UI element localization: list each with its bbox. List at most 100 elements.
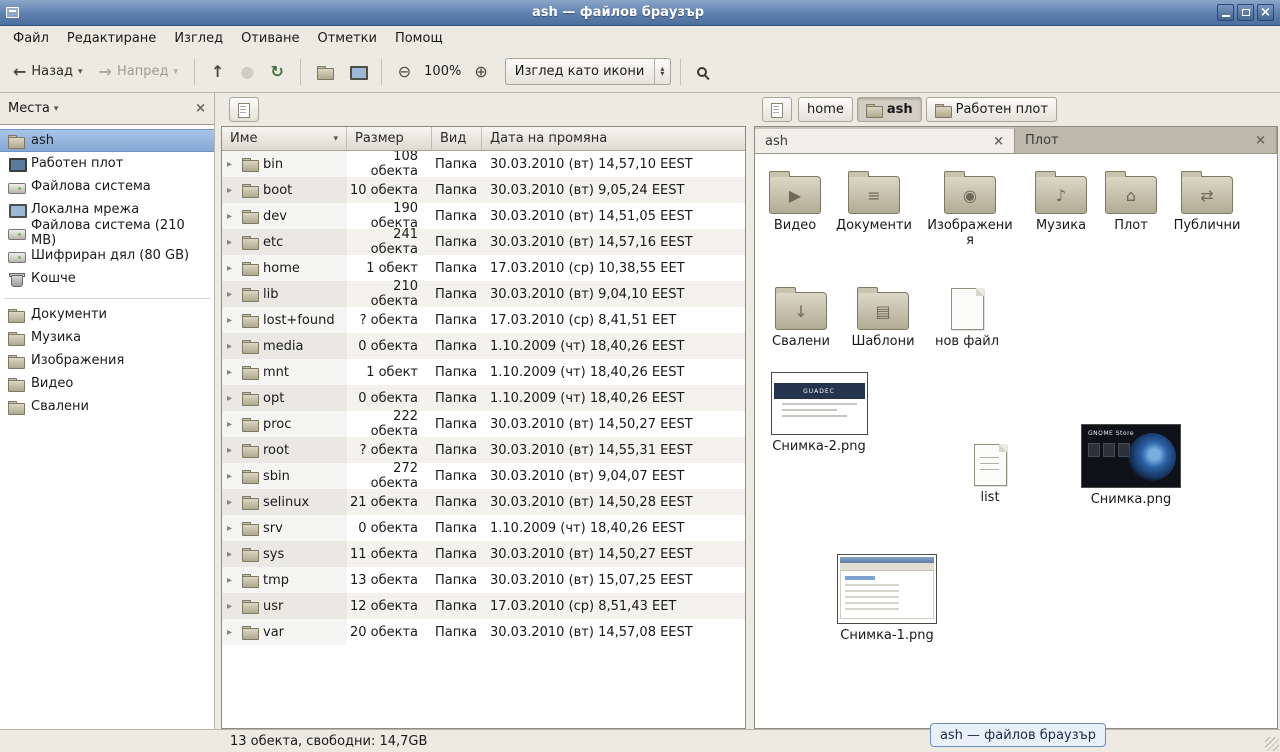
icon-view-item[interactable]: ♪ Музика [1027, 166, 1095, 233]
icon-view-item[interactable]: list [958, 438, 1022, 505]
expander-icon[interactable] [227, 419, 237, 430]
expander-icon[interactable] [227, 211, 237, 222]
location-toggle-button[interactable] [762, 97, 792, 122]
table-row[interactable]: etc 241 обекта Папка 30.03.2010 (вт) 14,… [222, 229, 745, 255]
expander-icon[interactable] [227, 601, 237, 612]
column-header-size[interactable]: Размер [347, 127, 432, 151]
menu-item[interactable]: Отиване [232, 28, 308, 49]
sidebar-item[interactable]: Файлова система (210 MB) [0, 221, 214, 244]
table-row[interactable]: var 20 обекта Папка 30.03.2010 (вт) 14,5… [222, 619, 745, 645]
resize-grip[interactable] [1265, 737, 1279, 751]
table-row[interactable]: bin 108 обекта Папка 30.03.2010 (вт) 14,… [222, 151, 745, 177]
sidebar-item[interactable]: Свалени [0, 395, 214, 418]
sidebar-title[interactable]: Места [8, 101, 50, 116]
close-button[interactable] [1257, 4, 1274, 21]
menu-item[interactable]: Изглед [165, 28, 232, 49]
expander-icon[interactable] [227, 237, 237, 248]
icon-view-item[interactable]: Снимка-1.png [833, 554, 941, 643]
breadcrumb-button[interactable]: home [798, 97, 853, 122]
icon-view-item[interactable]: ◉ Изображения [927, 166, 1013, 249]
table-row[interactable]: root ? обекта Папка 30.03.2010 (вт) 14,5… [222, 437, 745, 463]
expander-icon[interactable] [227, 523, 237, 534]
zoom-in-button[interactable] [467, 58, 494, 86]
column-header-type[interactable]: Вид [432, 127, 482, 151]
table-row[interactable]: tmp 13 обекта Папка 30.03.2010 (вт) 15,0… [222, 567, 745, 593]
search-button[interactable] [690, 61, 714, 83]
expander-icon[interactable] [227, 575, 237, 586]
table-row[interactable]: dev 190 обекта Папка 30.03.2010 (вт) 14,… [222, 203, 745, 229]
expander-icon[interactable] [227, 497, 237, 508]
expander-icon[interactable] [227, 315, 237, 326]
tab[interactable]: Плот [1015, 127, 1277, 153]
icon-view-item[interactable]: нов файл [931, 282, 1003, 349]
expander-icon[interactable] [227, 549, 237, 560]
expander-icon[interactable] [227, 445, 237, 456]
table-row[interactable]: proc 222 обекта Папка 30.03.2010 (вт) 14… [222, 411, 745, 437]
expander-icon[interactable] [227, 471, 237, 482]
reload-button[interactable] [263, 58, 290, 86]
column-header-date[interactable]: Дата на промяна [482, 127, 745, 151]
sidebar-item[interactable]: Изображения [0, 349, 214, 372]
menu-item[interactable]: Файл [4, 28, 58, 49]
expander-icon[interactable] [227, 367, 237, 378]
expander-icon[interactable] [227, 627, 237, 638]
sidebar-item[interactable]: Файлова система [0, 175, 214, 198]
zoom-out-button[interactable] [391, 58, 418, 86]
up-button[interactable] [204, 58, 231, 86]
icon-view-item[interactable]: ↓ Свалени [767, 282, 835, 349]
icon-view-item[interactable]: GUADEC Снимка-2.png [767, 372, 871, 454]
tab-close-icon[interactable] [1255, 134, 1266, 147]
menu-item[interactable]: Отметки [308, 28, 385, 49]
table-row[interactable]: opt 0 обекта Папка 1.10.2009 (чт) 18,40,… [222, 385, 745, 411]
menu-item[interactable]: Редактиране [58, 28, 165, 49]
breadcrumb-button[interactable]: Работен плот [926, 97, 1057, 122]
expander-icon[interactable] [227, 159, 237, 170]
expander-icon[interactable] [227, 185, 237, 196]
minimize-button[interactable] [1217, 4, 1234, 21]
table-row[interactable]: home 1 обект Папка 17.03.2010 (ср) 10,38… [222, 255, 745, 281]
table-row[interactable]: boot 10 обекта Папка 30.03.2010 (вт) 9,0… [222, 177, 745, 203]
tab-close-icon[interactable] [993, 135, 1004, 148]
table-row[interactable]: media 0 обекта Папка 1.10.2009 (чт) 18,4… [222, 333, 745, 359]
sidebar-item[interactable]: ash [0, 129, 214, 152]
icon-view-item[interactable]: ⌂ Плот [1103, 166, 1159, 233]
table-row[interactable]: usr 12 обекта Папка 17.03.2010 (ср) 8,51… [222, 593, 745, 619]
icon-view-item[interactable]: ▶ Видео [763, 166, 827, 233]
menu-item[interactable]: Помощ [386, 28, 452, 49]
icon-view-item[interactable]: GNOME Store Снимка.png [1077, 424, 1185, 507]
table-row[interactable]: lost+found ? обекта Папка 17.03.2010 (ср… [222, 307, 745, 333]
back-history-caret-icon[interactable] [78, 67, 83, 77]
sidebar-selector-caret-icon[interactable] [54, 104, 59, 114]
sidebar-item[interactable]: Работен плот [0, 152, 214, 175]
back-button[interactable]: Назад [6, 58, 90, 86]
table-row[interactable]: srv 0 обекта Папка 1.10.2009 (чт) 18,40,… [222, 515, 745, 541]
sidebar-item[interactable]: Шифриран дял (80 GB) [0, 244, 214, 267]
tab[interactable]: ash [755, 127, 1015, 153]
forward-button[interactable]: Напред [92, 58, 185, 86]
computer-button[interactable] [342, 59, 372, 85]
table-row[interactable]: lib 210 обекта Папка 30.03.2010 (вт) 9,0… [222, 281, 745, 307]
expander-icon[interactable] [227, 341, 237, 352]
taskbar-window-button[interactable]: ash — файлов браузър [930, 723, 1106, 747]
table-row[interactable]: mnt 1 обект Папка 1.10.2009 (чт) 18,40,2… [222, 359, 745, 385]
sidebar-item[interactable]: Музика [0, 326, 214, 349]
sidebar-item[interactable]: Видео [0, 372, 214, 395]
icon-view-item[interactable]: ▤ Шаблони [849, 282, 917, 349]
location-toggle-button[interactable] [229, 97, 259, 122]
icon-view-item[interactable]: ⇄ Публични [1169, 166, 1245, 233]
maximize-button[interactable] [1237, 4, 1254, 21]
sidebar-item[interactable]: Документи [0, 303, 214, 326]
expander-icon[interactable] [227, 289, 237, 300]
column-header-name[interactable]: Име [222, 127, 347, 151]
icon-view-item[interactable]: ≡ Документи [831, 166, 917, 233]
stop-button[interactable] [233, 58, 261, 86]
table-row[interactable]: selinux 21 обекта Папка 30.03.2010 (вт) … [222, 489, 745, 515]
table-row[interactable]: sys 11 обекта Папка 30.03.2010 (вт) 14,5… [222, 541, 745, 567]
expander-icon[interactable] [227, 393, 237, 404]
breadcrumb-button[interactable]: ash [857, 97, 922, 122]
table-row[interactable]: sbin 272 обекта Папка 30.03.2010 (вт) 9,… [222, 463, 745, 489]
home-button[interactable] [310, 59, 340, 85]
titlebar[interactable]: ash — файлов браузър [0, 0, 1280, 26]
view-mode-select[interactable]: Изглед като икони [505, 58, 672, 85]
expander-icon[interactable] [227, 263, 237, 274]
